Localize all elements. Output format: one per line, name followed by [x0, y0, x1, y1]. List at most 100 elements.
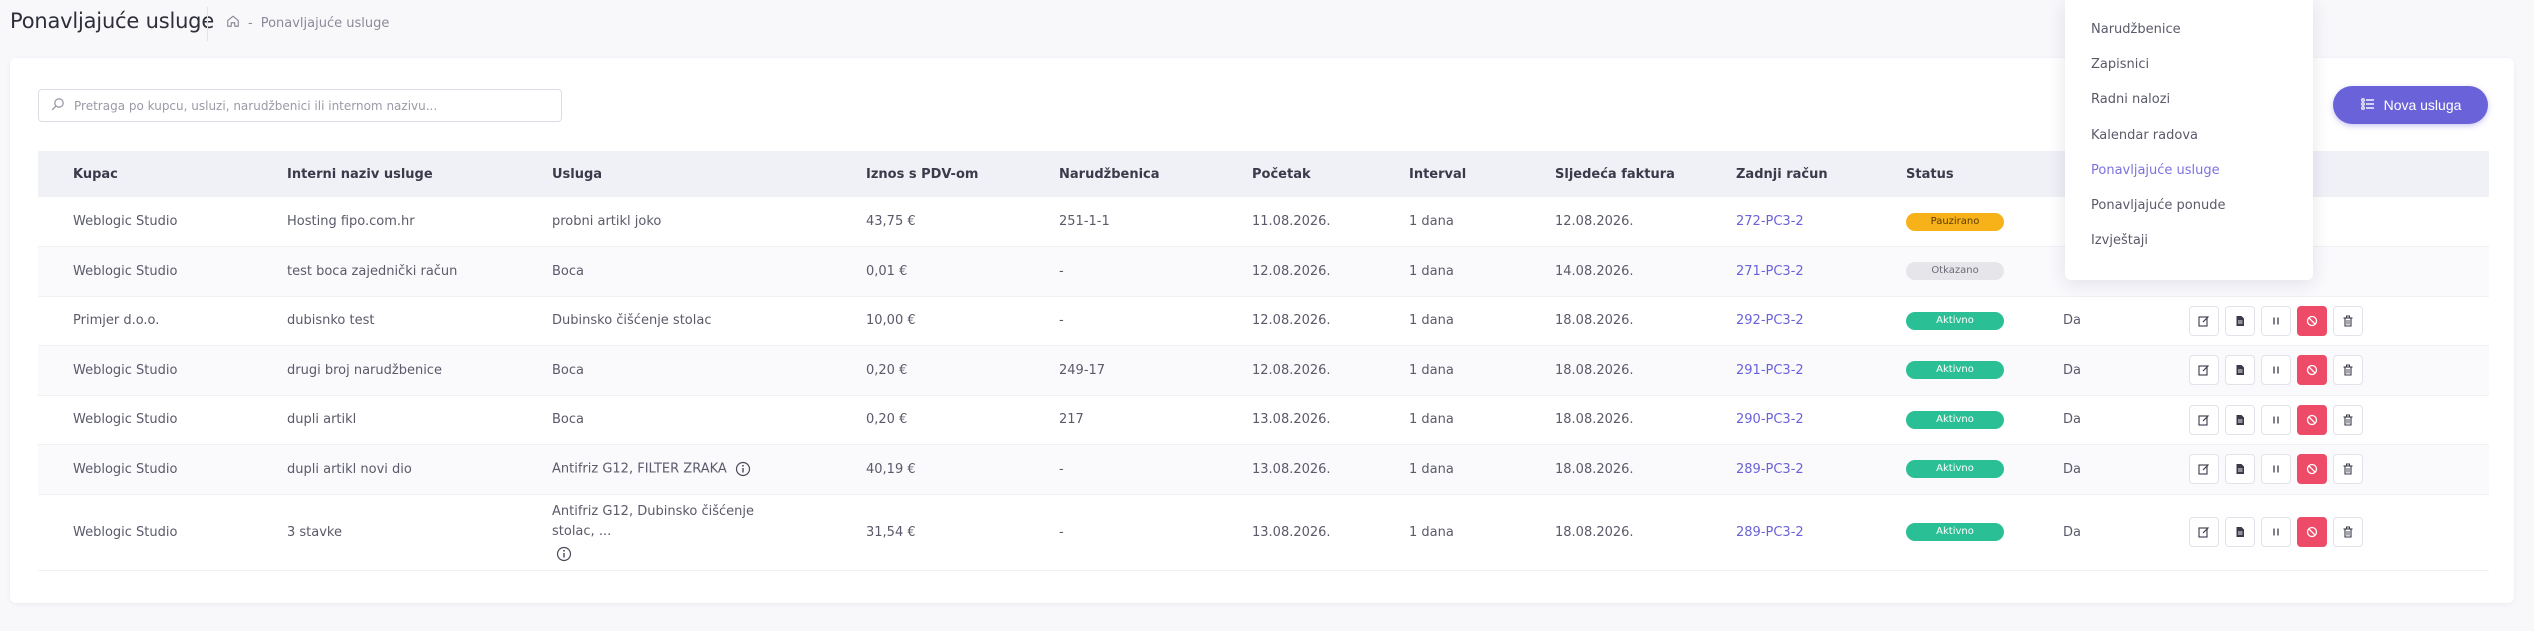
- cell-narudzbenica: 249-17: [1059, 362, 1106, 378]
- cell-narudzbenica: 217: [1059, 412, 1084, 428]
- cell-status: Aktivno: [1906, 494, 2063, 570]
- cell-extra: Da: [2063, 524, 2081, 540]
- invoice-link[interactable]: 272-PC3-2: [1736, 214, 1804, 229]
- col-header-status[interactable]: Status: [1906, 151, 2063, 197]
- document-icon[interactable]: [2225, 305, 2255, 336]
- menu-item[interactable]: Narudžbenice: [2065, 19, 2313, 54]
- edit-icon[interactable]: [2189, 404, 2219, 435]
- cell-actions: [2189, 494, 2489, 570]
- document-icon[interactable]: [2225, 454, 2255, 485]
- col-header-interval[interactable]: Interval: [1409, 151, 1555, 197]
- cancel-icon[interactable]: [2297, 355, 2327, 386]
- menu-item[interactable]: Ponavljajuće usluge: [2065, 160, 2313, 195]
- row-actions: [2189, 355, 2489, 386]
- table-row[interactable]: Weblogic Studio dupli artikl novi dio An…: [38, 444, 2489, 495]
- cell-kupac: Weblogic Studio: [73, 524, 178, 540]
- invoice-link[interactable]: 290-PC3-2: [1736, 412, 1804, 427]
- cell-pocetak: 11.08.2026.: [1252, 214, 1331, 229]
- cancel-icon[interactable]: [2297, 305, 2327, 336]
- edit-icon[interactable]: [2189, 355, 2219, 386]
- title-divider: [207, 7, 208, 41]
- row-actions: [2189, 517, 2489, 547]
- col-header-usluga[interactable]: Usluga: [552, 151, 866, 197]
- trash-icon[interactable]: [2333, 404, 2363, 435]
- home-icon[interactable]: [226, 14, 240, 32]
- new-service-button[interactable]: Nova usluga: [2333, 86, 2488, 124]
- status-badge: Pauzirano: [1906, 212, 2004, 231]
- menu-item[interactable]: Ponavljajuće ponude: [2065, 195, 2313, 230]
- pause-icon[interactable]: [2261, 404, 2291, 435]
- pause-icon[interactable]: [2261, 454, 2291, 485]
- cell-usluga: Antifriz G12, Dubinsko čišćenje stolac, …: [552, 494, 866, 570]
- cell-usluga-text: probni artikl joko: [552, 214, 662, 229]
- cell-usluga-text: Dubinsko čišćenje stolac: [552, 313, 712, 329]
- trash-icon[interactable]: [2333, 355, 2363, 386]
- search-box[interactable]: [38, 89, 562, 122]
- cell-interval: 1 dana: [1409, 313, 1454, 329]
- invoice-link[interactable]: 292-PC3-2: [1736, 313, 1804, 328]
- invoice-link[interactable]: 291-PC3-2: [1736, 363, 1804, 378]
- cell-sljedeca: 18.08.2026.: [1555, 461, 1634, 477]
- edit-icon[interactable]: [2189, 454, 2219, 485]
- cell-interni: dupli artikl novi dio: [287, 461, 412, 477]
- cell-racun: 289-PC3-2: [1736, 445, 1906, 495]
- invoice-link[interactable]: 271-PC3-2: [1736, 264, 1804, 279]
- info-icon[interactable]: [556, 546, 572, 562]
- cell-iznos: 43,75 €: [866, 214, 916, 229]
- col-header-racun[interactable]: Zadnji račun: [1736, 151, 1906, 197]
- pause-icon[interactable]: [2261, 517, 2291, 547]
- col-header-iznos[interactable]: Iznos s PDV-om: [866, 151, 1059, 197]
- search-input[interactable]: [74, 98, 554, 113]
- trash-icon[interactable]: [2333, 454, 2363, 485]
- cell-extra: Da: [2063, 461, 2081, 477]
- cell-status: Aktivno: [1906, 296, 2063, 346]
- cell-extra: Da: [2063, 412, 2081, 428]
- breadcrumb-current: Ponavljajuće usluge: [260, 15, 390, 31]
- pause-icon[interactable]: [2261, 305, 2291, 336]
- col-header-kupac[interactable]: Kupac: [38, 151, 287, 197]
- edit-icon[interactable]: [2189, 517, 2219, 547]
- page-title: Ponavljajuće usluge: [10, 9, 215, 33]
- document-icon[interactable]: [2225, 404, 2255, 435]
- cancel-icon[interactable]: [2297, 404, 2327, 435]
- col-header-narudzbenica[interactable]: Narudžbenica: [1059, 151, 1252, 197]
- trash-icon[interactable]: [2333, 517, 2363, 547]
- cell-pocetak: 12.08.2026.: [1252, 313, 1331, 329]
- cancel-icon[interactable]: [2297, 454, 2327, 485]
- document-icon[interactable]: [2225, 517, 2255, 547]
- menu-item[interactable]: Zapisnici: [2065, 54, 2313, 89]
- cell-usluga-text: Boca: [552, 412, 584, 428]
- cell-racun: 292-PC3-2: [1736, 296, 1906, 346]
- col-header-sljedeca[interactable]: Sljedeća faktura: [1555, 151, 1736, 197]
- cell-sljedeca: 14.08.2026.: [1555, 263, 1634, 279]
- cell-status: Aktivno: [1906, 395, 2063, 445]
- invoice-link[interactable]: 289-PC3-2: [1736, 462, 1804, 477]
- cell-interval: 1 dana: [1409, 412, 1454, 428]
- cell-iznos: 31,54 €: [866, 524, 916, 540]
- row-actions: [2189, 305, 2489, 336]
- cell-interni: 3 stavke: [287, 524, 342, 540]
- cell-interni: dubisnko test: [287, 313, 375, 329]
- table-row[interactable]: Weblogic Studio 3 stavke Antifriz G12, D…: [38, 494, 2489, 570]
- cell-usluga-text: Boca: [552, 263, 584, 279]
- table-row[interactable]: Weblogic Studio drugi broj narudžbenice …: [38, 345, 2489, 395]
- trash-icon[interactable]: [2333, 305, 2363, 336]
- menu-item[interactable]: Izvještaji: [2065, 230, 2313, 265]
- table-row[interactable]: Weblogic Studio dupli artikl Boca 0,20 €…: [38, 395, 2489, 445]
- col-header-pocetak[interactable]: Početak: [1252, 151, 1409, 197]
- cell-kupac: Weblogic Studio: [73, 263, 178, 279]
- table-row[interactable]: Primjer d.o.o. dubisnko test Dubinsko či…: [38, 296, 2489, 346]
- edit-icon[interactable]: [2189, 305, 2219, 336]
- menu-item[interactable]: Radni nalozi: [2065, 89, 2313, 124]
- col-header-interni[interactable]: Interni naziv usluge: [287, 151, 552, 197]
- document-icon[interactable]: [2225, 355, 2255, 386]
- invoice-link[interactable]: 289-PC3-2: [1736, 525, 1804, 540]
- cell-narudzbenica: -: [1059, 263, 1064, 279]
- status-badge: Aktivno: [1906, 523, 2004, 541]
- cell-kupac: Weblogic Studio: [73, 214, 178, 229]
- info-icon[interactable]: [735, 461, 751, 477]
- pause-icon[interactable]: [2261, 355, 2291, 386]
- menu-item[interactable]: Kalendar radova: [2065, 125, 2313, 160]
- cancel-icon[interactable]: [2297, 517, 2327, 547]
- cell-racun: 272-PC3-2: [1736, 197, 1906, 247]
